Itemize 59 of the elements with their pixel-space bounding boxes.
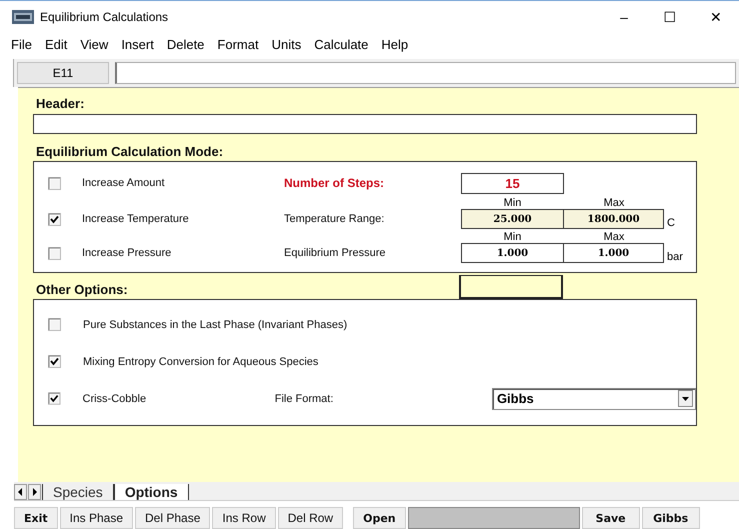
window-control[interactable]: ✕ [693,9,739,25]
toolbar-button[interactable]: Ins Phase [60,507,134,529]
checkbox[interactable] [48,246,61,260]
header-field[interactable] [33,114,697,134]
steps-label: Number of Steps: [284,176,386,190]
menu-item[interactable]: Units [266,36,308,52]
option-label: Criss-Cobble [82,392,148,404]
file-format-label: File Format: [274,392,334,404]
menu-item[interactable]: Help [375,36,416,52]
max-pressure-field[interactable]: 1.000 [564,243,664,263]
min-temperature-field[interactable]: 25.000 [461,209,564,229]
checkbox[interactable] [48,318,61,331]
temperature-range-label: Temperature Range: [284,213,386,225]
option-label: Increase Pressure [82,247,172,259]
menu-item[interactable]: Insert [115,36,161,52]
section-heading: Other Options: [36,282,129,299]
pressure-label: Equilibrium Pressure [284,247,386,259]
toolbar-button[interactable]: Del Row [278,507,344,529]
option-label: Pure Substances in the Last Phase (Invariant Phases) [83,318,348,330]
option-label: Mixing Entropy Conversion for Aqueous Species [83,356,318,368]
scroll-right-icon[interactable] [28,484,41,500]
menu-item[interactable]: File [5,36,39,52]
cell-reference: E11 [17,62,109,84]
toolbar-button[interactable]: Del Phase [135,507,210,529]
toolbar-button[interactable]: Save [582,507,640,529]
app-logo-icon [12,10,34,24]
menu-item[interactable]: Format [211,36,266,52]
file-format-dropdown[interactable]: Gibbs [492,388,696,410]
window-control[interactable]: ☐ [647,9,693,25]
toolbar-button[interactable]: Gibbs [642,507,700,529]
menu-item[interactable]: Edit [38,36,74,52]
max-label: Max [602,231,626,243]
scroll-left-icon[interactable] [14,484,27,500]
option-label: Increase Temperature [82,213,190,225]
max-temperature-field[interactable]: 1800.000 [564,209,664,229]
section-heading: Header: [36,96,86,111]
unit-label: C [666,217,676,229]
unit-label: bar [666,251,684,263]
menu-item[interactable]: Delete [160,36,212,52]
menu-item[interactable]: Calculate [308,36,376,52]
toolbar-button[interactable]: Ins Row [212,507,276,529]
sheet-tab[interactable]: Options [114,484,189,500]
checkbox[interactable] [48,355,61,368]
checkbox[interactable] [48,392,60,405]
checkbox[interactable] [48,176,61,190]
window-title: Equilibrium Calculations [40,10,168,24]
toolbar-button[interactable]: Open [353,507,406,529]
max-label: Max [602,197,626,209]
min-label: Min [502,197,522,209]
checkbox[interactable] [48,212,61,226]
option-label: Increase Amount [82,177,166,189]
formula-field[interactable] [115,62,736,84]
min-pressure-field[interactable]: 1.000 [461,243,564,263]
window-control[interactable]: – [601,9,647,25]
min-label: Min [502,231,522,243]
toolbar-button[interactable]: Exit [14,507,58,529]
menu-item[interactable]: View [74,36,116,52]
steps-field[interactable]: 15 [461,172,564,194]
section-heading: Equilibrium Calculation Mode: [36,144,224,159]
